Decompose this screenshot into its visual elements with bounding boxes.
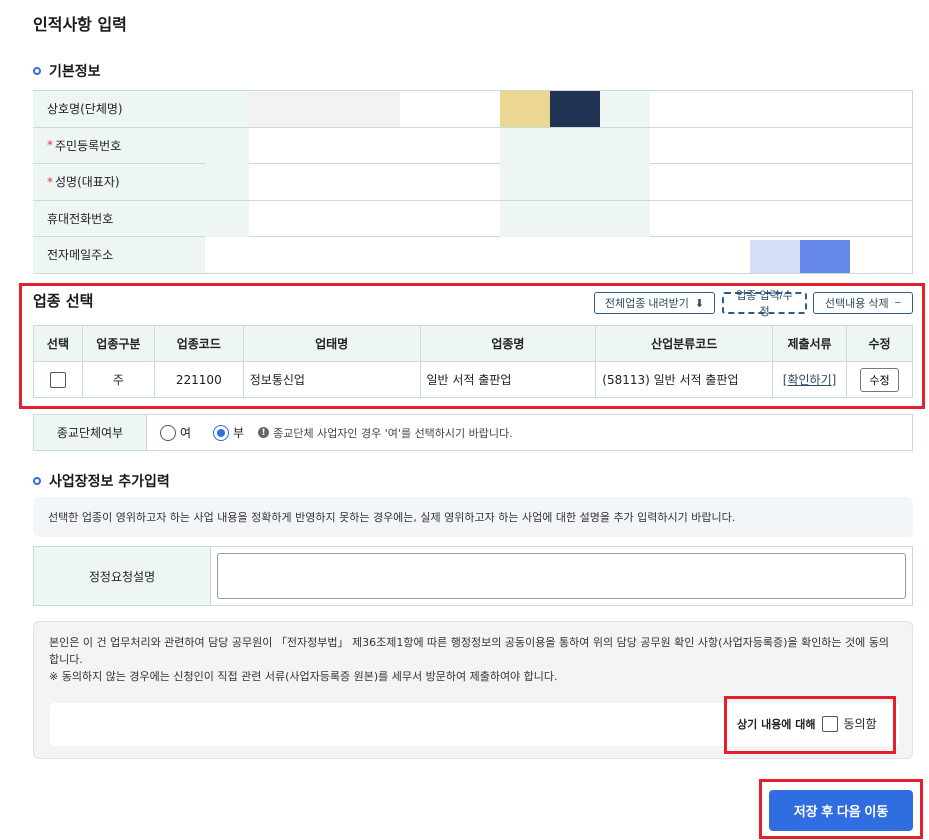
religion-no-label[interactable]: 부 [233, 424, 244, 441]
row-email: 전자메일주소 [33, 237, 913, 274]
religion-label: 종교단체여부 [34, 415, 147, 450]
download-icon: ⬇ [694, 297, 705, 310]
consent-text-main: 본인은 이 건 업무처리와 관련하여 담당 공무원이 「전자정부법」 제36조제… [49, 636, 890, 666]
redacted-block [205, 164, 249, 200]
redacted-block [600, 91, 650, 127]
label-text: 전자메일주소 [47, 248, 114, 263]
row-mobile-phone: 휴대전화번호 [33, 200, 913, 237]
consent-text-note: ※ 동의하지 않는 경우에는 신청인이 직접 관련 서류(사업자등록증 원본)를… [49, 670, 558, 683]
col-business-type: 업태명 [242, 325, 421, 362]
delete-button-label: 선택내용 삭제 [824, 298, 889, 310]
religion-no-radio[interactable] [213, 424, 230, 441]
confirm-documents-link[interactable]: [확인하기] [783, 373, 837, 387]
row-select-checkbox[interactable] [49, 371, 66, 388]
col-select: 선택 [33, 325, 83, 362]
redacted-block [205, 200, 249, 237]
religion-yes-label[interactable]: 여 [180, 424, 191, 441]
edit-cell: 수정 [845, 361, 914, 398]
required-mark: * [47, 138, 53, 153]
label-resident-number: * 주민등록번호 [33, 127, 205, 163]
label-email: 전자메일주소 [33, 237, 205, 273]
input-edit-button-label: 업종 입력/수정 [736, 290, 793, 318]
required-mark: * [47, 174, 53, 189]
redacted-block [249, 91, 400, 127]
label-company-name: 상호명(단체명) [33, 91, 205, 127]
row-company-name: 상호명(단체명) [33, 91, 913, 128]
col-documents: 제출서류 [772, 325, 847, 362]
col-type: 업종구분 [81, 325, 155, 362]
label-text: 휴대전화번호 [47, 211, 114, 226]
col-edit: 수정 [845, 325, 914, 362]
download-all-industries-button[interactable]: 전체업종 내려받기 ⬇ [594, 292, 715, 314]
redacted-block [800, 240, 850, 273]
code-cell: 221100 [153, 361, 244, 398]
religion-options: 여 부 ! 종교단체 사업자인 경우 '여'를 선택하시기 바랍니다. [147, 415, 513, 450]
industry-section-title: 업종 선택 [33, 292, 94, 310]
col-classification: 산업분류코드 [595, 325, 774, 362]
correction-request-row: 정정요청설명 [33, 546, 913, 606]
redacted-block [205, 91, 249, 127]
field-company-name[interactable] [205, 91, 913, 127]
correction-request-input[interactable] [217, 553, 906, 599]
table-row: 주 221100 정보통신업 일반 서적 출판업 (58113) 일반 서적 출… [33, 361, 914, 398]
redacted-block [205, 127, 249, 164]
type-cell: 주 [81, 361, 155, 398]
row-resident-number: * 주민등록번호 [33, 127, 913, 164]
field-email[interactable] [205, 237, 913, 273]
documents-cell: [확인하기] [772, 361, 847, 398]
field-representative-name[interactable] [205, 164, 913, 200]
agree-prefix: 상기 내용에 대해 [737, 717, 816, 731]
religion-hint: 종교단체 사업자인 경우 '여'를 선택하시기 바랍니다. [273, 426, 513, 440]
row-representative-name: * 성명(대표자) [33, 164, 913, 201]
edit-row-button[interactable]: 수정 [860, 367, 899, 392]
field-resident-number[interactable] [205, 127, 913, 164]
classification-cell: (58113) 일반 서적 출판업 [595, 361, 774, 398]
religion-row: 종교단체여부 여 부 ! 종교단체 사업자인 경우 '여'를 선택하시기 바랍니… [33, 414, 913, 451]
label-mobile-phone: 휴대전화번호 [33, 200, 205, 236]
religion-yes-radio[interactable] [160, 424, 176, 441]
additional-section-title-text: 사업장정보 추가입력 [49, 474, 170, 490]
col-industry-name: 업종명 [419, 325, 597, 362]
bullet-icon [33, 477, 41, 485]
agree-control: 상기 내용에 대해 동의함 [737, 715, 877, 732]
download-button-label: 전체업종 내려받기 [604, 298, 689, 310]
save-next-button[interactable]: 저장 후 다음 이동 [769, 790, 913, 831]
label-text: 성명(대표자) [55, 175, 120, 190]
label-text: 주민등록번호 [55, 138, 122, 153]
col-code: 업종코드 [153, 325, 244, 362]
delete-selected-button[interactable]: 선택내용 삭제 − [813, 292, 913, 314]
redacted-block [500, 91, 550, 127]
industry-name-cell: 일반 서적 출판업 [419, 361, 597, 398]
basic-section-title-text: 기본정보 [49, 64, 101, 80]
basic-section-title: 기본정보 [33, 61, 101, 81]
business-type-cell: 정보통신업 [242, 361, 421, 398]
agree-checkbox[interactable] [821, 715, 838, 732]
select-cell [33, 361, 83, 398]
info-icon: ! [258, 427, 270, 438]
additional-notice: 선택한 업종이 영위하고자 하는 사업 내용을 정확하게 반영하지 못하는 경우… [33, 497, 913, 537]
label-representative-name: * 성명(대표자) [33, 164, 205, 200]
industry-table: 선택 업종구분 업종코드 업태명 업종명 산업분류코드 제출서류 수정 주 22… [33, 325, 914, 398]
industry-input-edit-button[interactable]: 업종 입력/수정 [722, 290, 807, 318]
table-header-row: 선택 업종구분 업종코드 업태명 업종명 산업분류코드 제출서류 수정 [33, 325, 914, 362]
redacted-block [500, 200, 650, 237]
redacted-block [550, 91, 600, 127]
field-mobile-phone[interactable] [205, 200, 913, 237]
consent-text: 본인은 이 건 업무처리와 관련하여 담당 공무원이 「전자정부법」 제36조제… [49, 634, 899, 685]
agree-label[interactable]: 동의함 [844, 715, 877, 732]
minus-icon: − [894, 297, 902, 309]
redacted-block [750, 240, 800, 273]
page-title: 인적사항 입력 [33, 15, 127, 34]
bullet-icon [33, 67, 41, 75]
correction-request-label: 정정요청설명 [34, 547, 211, 605]
redacted-block [500, 164, 650, 200]
additional-section-title: 사업장정보 추가입력 [33, 471, 170, 491]
redacted-block [500, 127, 650, 164]
label-text: 상호명(단체명) [47, 102, 123, 117]
basic-info-table: 상호명(단체명) * 주민등록번호 * 성명(대표자) 휴대전화번호 전자메일주소 [33, 90, 913, 274]
